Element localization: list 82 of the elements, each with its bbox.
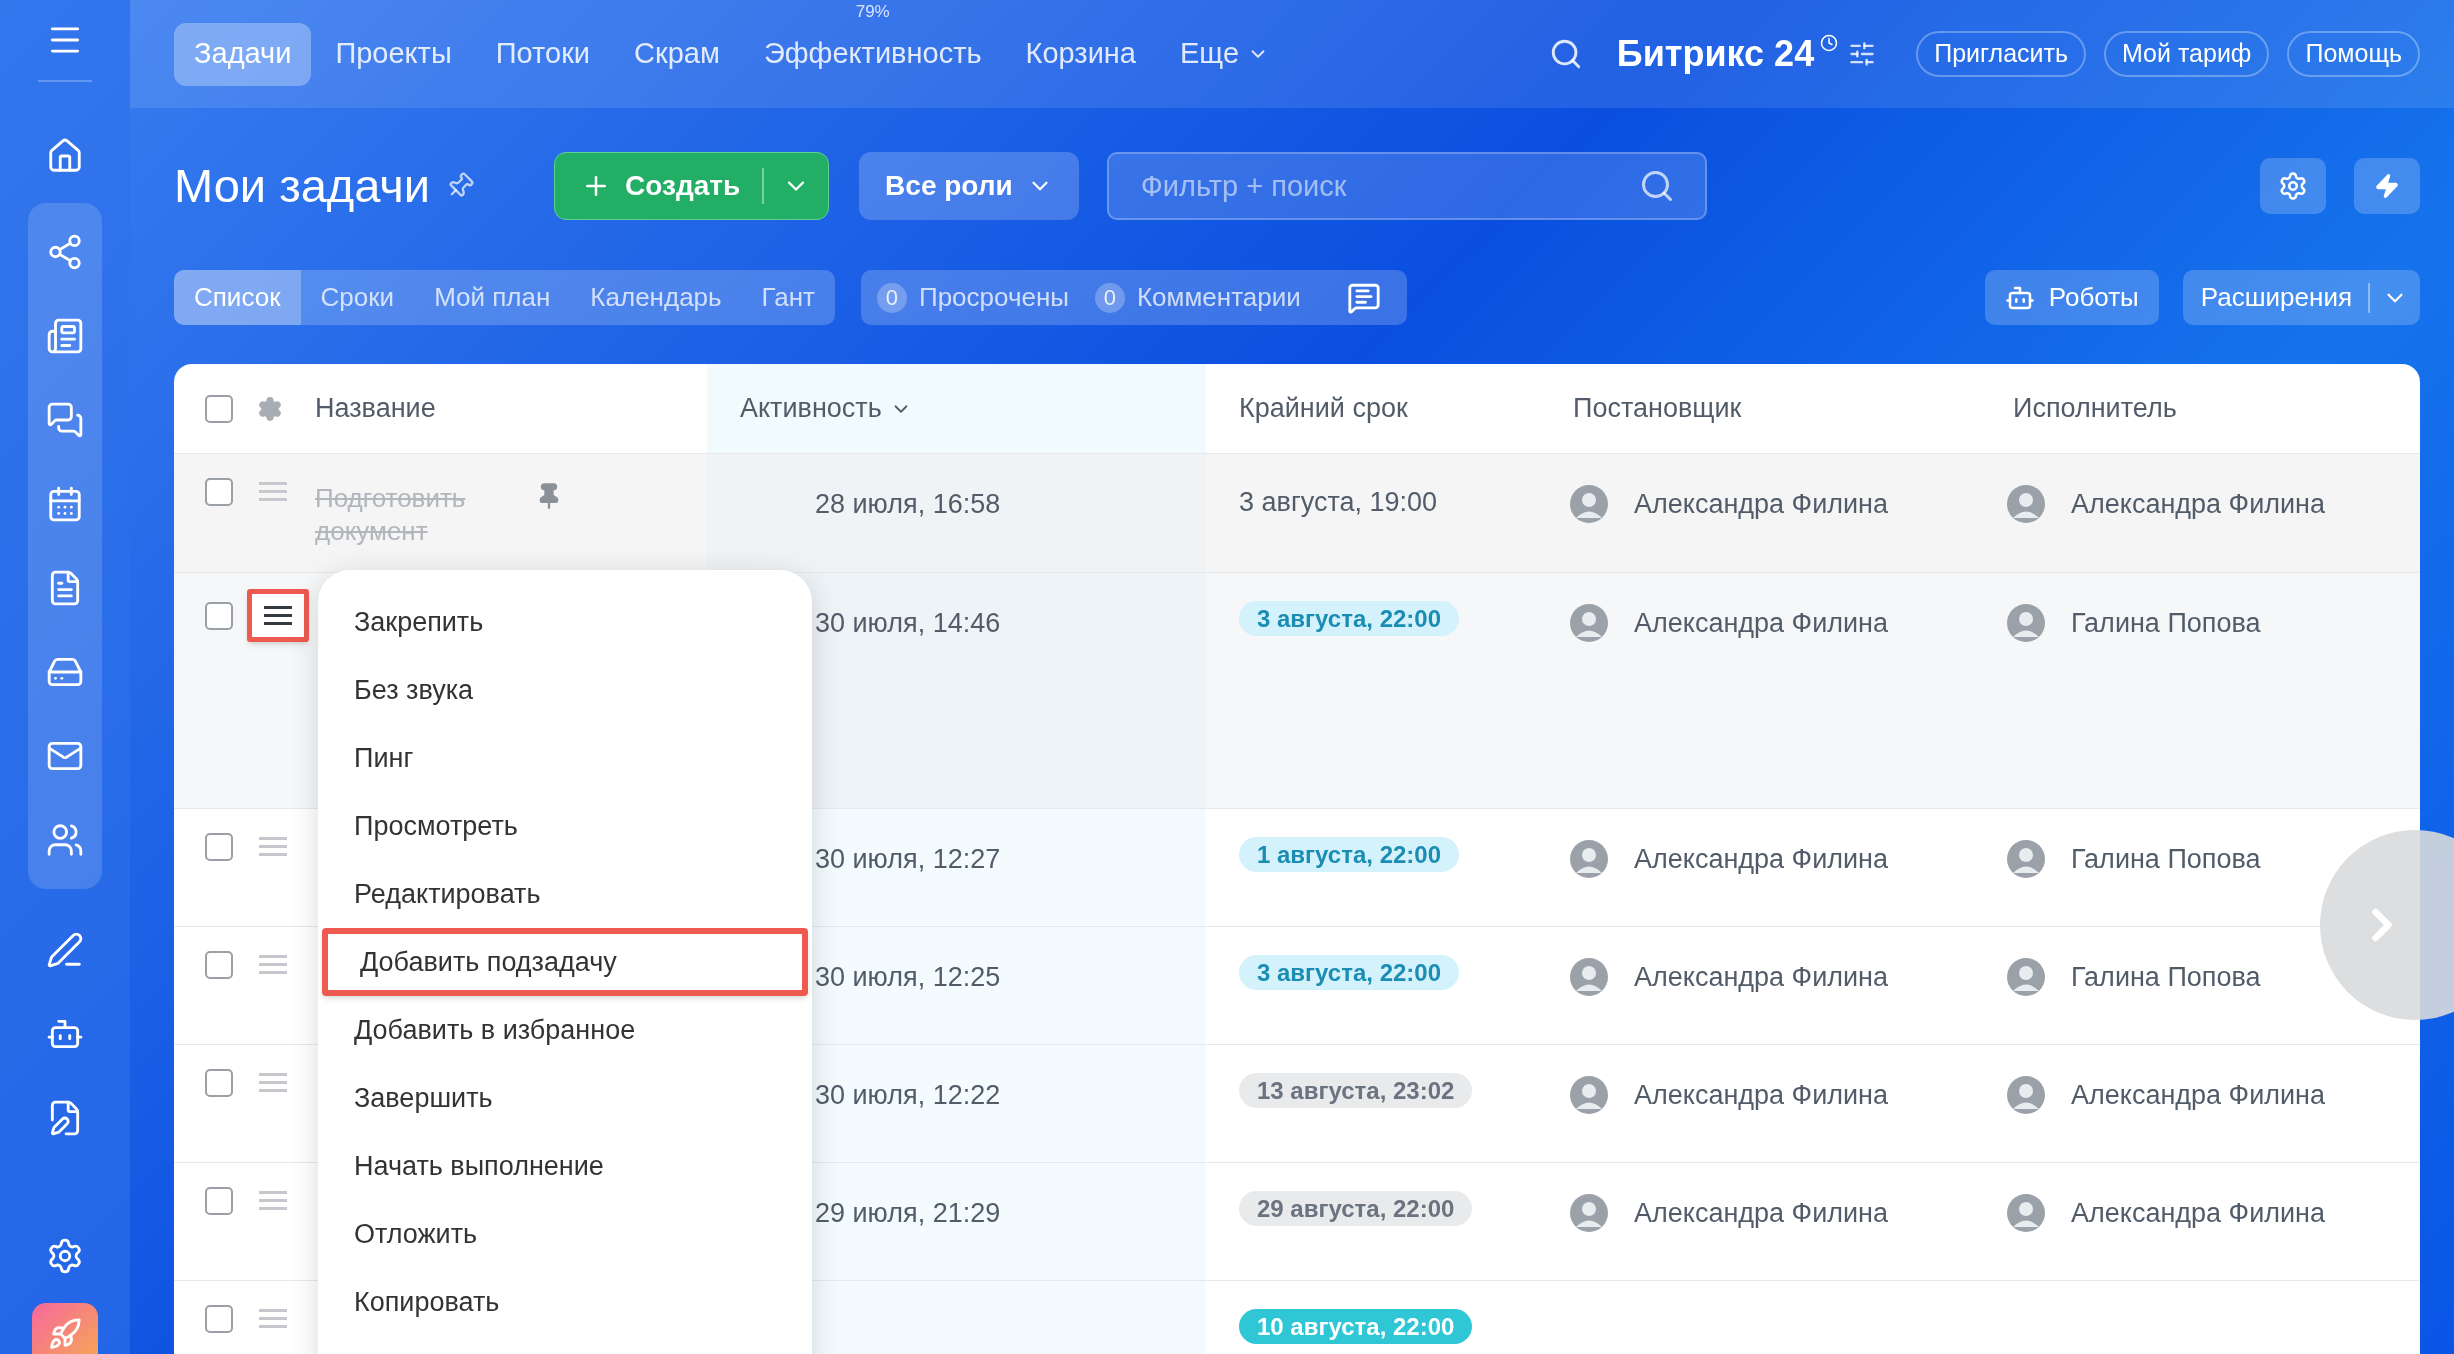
nav-tab[interactable]: Скрам bbox=[614, 22, 740, 86]
avatar bbox=[1570, 604, 1608, 643]
pen-icon[interactable] bbox=[46, 931, 84, 969]
lightning-icon bbox=[2374, 173, 2400, 199]
checkbox[interactable] bbox=[205, 1186, 233, 1215]
header-button[interactable]: Мой тариф bbox=[2104, 31, 2270, 77]
extensions-button[interactable]: Расширения bbox=[2182, 270, 2420, 325]
page-title: Мои задачи bbox=[174, 157, 431, 214]
deadline-badge[interactable]: 29 августа, 22:00 bbox=[1239, 1191, 1473, 1226]
rocket-tile[interactable] bbox=[32, 1303, 98, 1354]
person-name[interactable]: Галина Попова bbox=[2071, 957, 2261, 998]
column-header[interactable]: Постановщик bbox=[1573, 388, 1742, 429]
person-name[interactable]: Александра Филина bbox=[2071, 1193, 2325, 1234]
nav-tab[interactable]: Эффективность bbox=[743, 22, 1002, 86]
avatar bbox=[1570, 1194, 1608, 1233]
checkbox[interactable] bbox=[205, 1068, 233, 1097]
person-name[interactable]: Александра Филина bbox=[1634, 1075, 1888, 1116]
checkbox[interactable] bbox=[205, 601, 233, 630]
deadline-badge[interactable]: 3 августа, 22:00 bbox=[1239, 955, 1460, 990]
nav-tab[interactable]: Проекты bbox=[315, 22, 472, 86]
nodes-icon[interactable] bbox=[46, 233, 84, 271]
newspaper-icon[interactable] bbox=[46, 317, 84, 355]
settings-icon[interactable] bbox=[257, 395, 283, 422]
header-button[interactable]: Пригласить bbox=[1916, 31, 2086, 77]
avatar bbox=[2007, 840, 2045, 879]
drag-handle[interactable] bbox=[247, 589, 309, 642]
brand-logo[interactable]: Битрикс 24 bbox=[1616, 27, 1815, 81]
person-name[interactable]: Александра Филина bbox=[1634, 603, 1888, 644]
person-name[interactable]: Александра Филина bbox=[2071, 484, 2325, 525]
rocket-icon bbox=[48, 1317, 82, 1351]
avatar bbox=[2007, 1076, 2045, 1115]
avatar bbox=[2007, 958, 2045, 997]
person-name[interactable]: Александра Филина bbox=[1634, 957, 1888, 998]
checkbox[interactable] bbox=[205, 832, 233, 861]
roles-dropdown[interactable]: Все роли bbox=[859, 152, 1079, 220]
settings-icon bbox=[2278, 171, 2308, 201]
deadline-badge[interactable]: 3 августа, 22:00 bbox=[1239, 601, 1460, 636]
deadline-badge[interactable]: 13 августа, 23:02 bbox=[1239, 1073, 1473, 1108]
percent-label: 79% bbox=[855, 0, 890, 23]
chat-icon[interactable] bbox=[46, 401, 84, 439]
avatar bbox=[1570, 1076, 1608, 1115]
deadline-badge[interactable]: 1 августа, 22:00 bbox=[1239, 837, 1460, 872]
person-name[interactable]: Александра Филина bbox=[1634, 839, 1888, 880]
counter-badge: 0 bbox=[1094, 282, 1125, 313]
settings-icon[interactable] bbox=[46, 1237, 84, 1275]
counter-badge: 0 bbox=[876, 282, 907, 313]
checkbox[interactable] bbox=[205, 950, 233, 979]
menu-item[interactable]: Добавить подзадачу bbox=[322, 928, 808, 996]
users-icon[interactable] bbox=[46, 821, 84, 859]
avatar bbox=[2007, 604, 2045, 643]
clock-icon bbox=[1820, 34, 1839, 52]
person-name[interactable]: Александра Филина bbox=[2071, 1075, 2325, 1116]
person-name[interactable]: Галина Попова bbox=[2071, 839, 2261, 880]
lightning-button[interactable] bbox=[2354, 158, 2420, 214]
nav-tab[interactable]: Корзина bbox=[1005, 22, 1156, 86]
avatar bbox=[1570, 958, 1608, 997]
checkbox[interactable] bbox=[205, 1304, 233, 1333]
table-row[interactable]: Подготовить документ 28 июля, 16:58 3 августа, 19:00 Александра Филина Александра Филина bbox=[174, 454, 2420, 573]
column-header[interactable]: Крайний срок bbox=[1239, 388, 1408, 429]
column-header[interactable]: Активность bbox=[740, 388, 912, 429]
activity-cell: 28 июля, 16:58 bbox=[707, 454, 1206, 572]
column-header[interactable]: Название bbox=[315, 388, 436, 429]
person-name[interactable]: Александра Филина bbox=[1634, 1193, 1888, 1234]
avatar bbox=[1570, 485, 1608, 524]
avatar bbox=[2007, 485, 2045, 524]
robots-button[interactable]: Роботы bbox=[1984, 270, 2159, 325]
checkbox[interactable] bbox=[205, 477, 233, 506]
nav-tab[interactable]: Потоки bbox=[475, 22, 611, 86]
extensions-label[interactable]: Расширения bbox=[2182, 278, 2368, 317]
sliders-icon[interactable] bbox=[1848, 40, 1877, 68]
avatar bbox=[1570, 840, 1608, 879]
home-icon[interactable] bbox=[46, 137, 84, 175]
avatar bbox=[2007, 1194, 2045, 1233]
person-name[interactable]: Александра Филина bbox=[1634, 484, 1888, 525]
calendar-icon[interactable] bbox=[46, 485, 84, 523]
nav-tab[interactable]: Еще bbox=[1160, 22, 1289, 86]
column-header[interactable]: Исполнитель bbox=[2013, 388, 2177, 429]
person-name[interactable]: Галина Попова bbox=[2071, 603, 2261, 644]
settings-button[interactable] bbox=[2260, 158, 2326, 214]
deadline-text: 3 августа, 19:00 bbox=[1239, 487, 1438, 517]
header-button[interactable]: Помощь bbox=[2287, 31, 2420, 77]
checkbox[interactable] bbox=[205, 394, 233, 423]
